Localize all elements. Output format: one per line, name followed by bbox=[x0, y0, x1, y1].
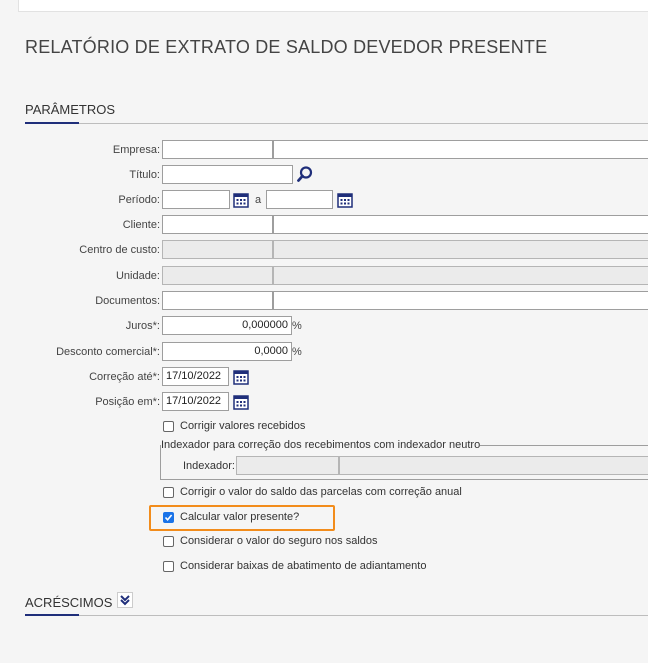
documentos-code-input[interactable] bbox=[162, 291, 273, 310]
section-accent bbox=[25, 122, 79, 124]
considerar-seguro-checkbox[interactable] bbox=[163, 536, 174, 547]
top-panel bbox=[18, 0, 648, 12]
desconto-label: Desconto comercial*: bbox=[56, 346, 160, 358]
corrigir-saldo-checkbox[interactable] bbox=[163, 487, 174, 498]
juros-unit: % bbox=[292, 320, 302, 332]
calcular-presente-checkbox[interactable] bbox=[163, 512, 174, 523]
juros-input[interactable]: 0,000000 bbox=[162, 316, 292, 335]
desconto-input[interactable]: 0,0000 bbox=[162, 342, 292, 361]
indexador-legend: Indexador para correção dos recebimentos… bbox=[161, 439, 481, 451]
considerar-seguro-label: Considerar o valor do seguro nos saldos bbox=[180, 535, 378, 547]
cliente-code-input[interactable] bbox=[162, 215, 273, 234]
posicao-label: Posição em*: bbox=[95, 396, 160, 408]
centro-custo-label: Centro de custo: bbox=[79, 244, 160, 256]
calendar-icon[interactable] bbox=[337, 192, 353, 208]
section-acrescimos: ACRÉSCIMOS bbox=[25, 595, 113, 610]
indexador-label: Indexador: bbox=[183, 460, 235, 472]
centro-custo-name-input bbox=[273, 240, 648, 259]
documentos-label: Documentos: bbox=[95, 295, 160, 307]
centro-custo-code-input bbox=[162, 240, 273, 259]
unidade-name-input bbox=[273, 266, 648, 285]
unidade-label: Unidade: bbox=[115, 270, 160, 282]
section-divider bbox=[25, 123, 648, 124]
calendar-icon[interactable] bbox=[233, 192, 249, 208]
expand-button[interactable] bbox=[117, 592, 133, 608]
cliente-label: Cliente: bbox=[122, 219, 160, 231]
empresa-code-input[interactable] bbox=[162, 140, 273, 159]
periodo-start-input[interactable] bbox=[162, 190, 230, 209]
unidade-code-input bbox=[162, 266, 273, 285]
check-icon bbox=[164, 514, 173, 522]
calendar-icon[interactable] bbox=[233, 394, 249, 410]
corrigir-recebidos-checkbox[interactable] bbox=[163, 421, 174, 432]
posicao-date-input[interactable]: 17/10/2022 bbox=[162, 392, 229, 411]
considerar-baixas-label: Considerar baixas de abatimento de adian… bbox=[180, 560, 427, 572]
correcao-date-input[interactable]: 17/10/2022 bbox=[162, 367, 229, 386]
calendar-icon[interactable] bbox=[233, 369, 249, 385]
indexador-code-input bbox=[236, 456, 339, 475]
periodo-end-input[interactable] bbox=[266, 190, 333, 209]
corrigir-recebidos-label: Corrigir valores recebidos bbox=[180, 420, 306, 432]
empresa-name-input[interactable] bbox=[273, 140, 648, 159]
juros-label: Juros*: bbox=[125, 320, 160, 332]
page-title: RELATÓRIO DE EXTRATO DE SALDO DEVEDOR PR… bbox=[25, 37, 548, 57]
fieldset-border-bottom bbox=[160, 479, 648, 480]
search-icon[interactable] bbox=[296, 165, 314, 183]
cliente-name-input[interactable] bbox=[273, 215, 648, 234]
section-divider bbox=[25, 615, 648, 616]
correcao-label: Correção até*: bbox=[89, 371, 160, 383]
titulo-label: Título: bbox=[129, 169, 160, 181]
indexador-name-input bbox=[339, 456, 648, 475]
desconto-unit: % bbox=[292, 346, 302, 358]
calcular-presente-label: Calcular valor presente? bbox=[180, 511, 300, 523]
periodo-separator: a bbox=[255, 194, 262, 206]
corrigir-saldo-label: Corrigir o valor do saldo das parcelas c… bbox=[180, 486, 462, 498]
empresa-label: Empresa: bbox=[112, 144, 160, 156]
section-parametros: PARÂMETROS bbox=[25, 102, 116, 117]
documentos-name-input[interactable] bbox=[273, 291, 648, 310]
double-chevron-down-icon bbox=[120, 595, 130, 606]
section-accent bbox=[25, 614, 79, 616]
titulo-input[interactable] bbox=[162, 165, 293, 184]
periodo-label: Período: bbox=[118, 194, 160, 206]
considerar-baixas-checkbox[interactable] bbox=[163, 561, 174, 572]
